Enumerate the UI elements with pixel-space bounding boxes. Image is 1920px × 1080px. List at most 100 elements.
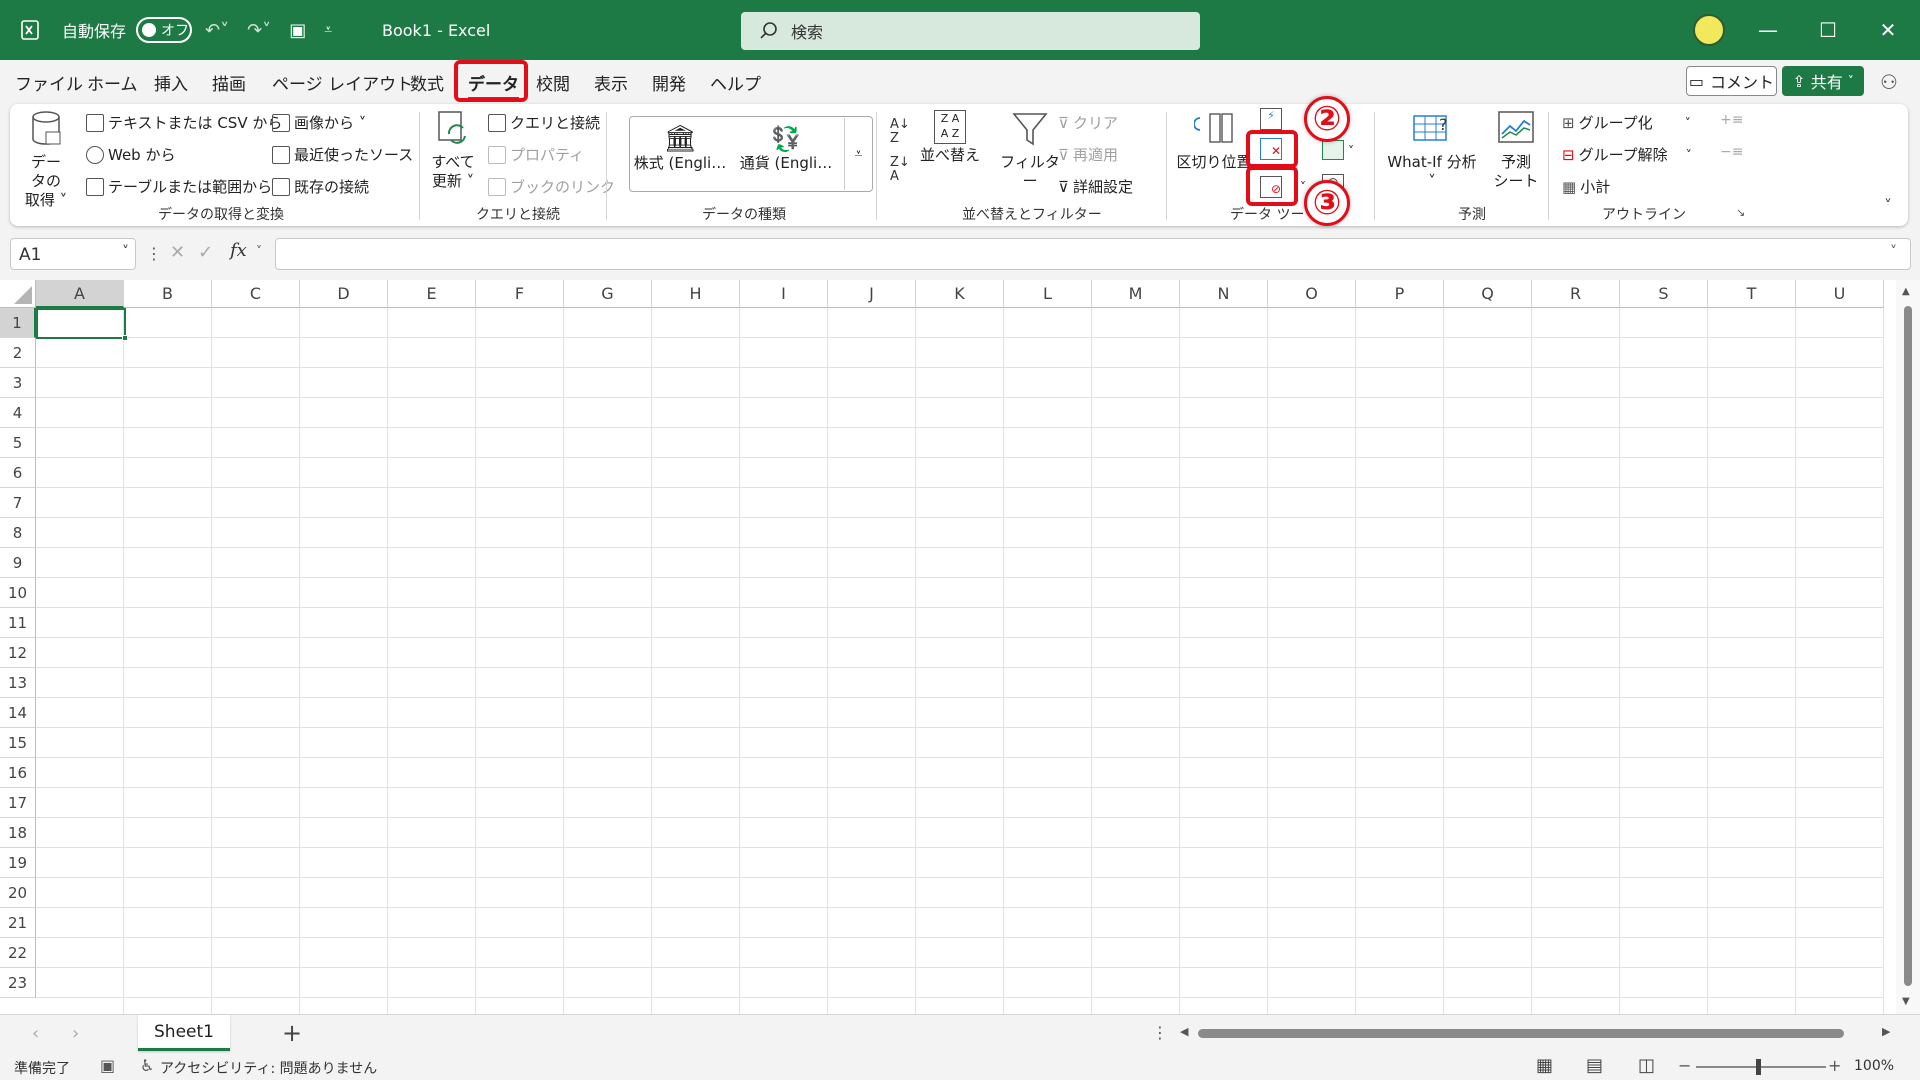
from-picture[interactable]: 画像から ˅ xyxy=(272,112,366,133)
maximize-icon[interactable]: ☐ xyxy=(1798,0,1858,60)
column-header[interactable]: O xyxy=(1268,280,1356,308)
page-layout-view-icon[interactable]: ▤ xyxy=(1586,1055,1603,1076)
tab-review[interactable]: 校閲 xyxy=(536,70,570,95)
zoom-level[interactable]: 100% xyxy=(1854,1058,1894,1074)
row-header[interactable]: 10 xyxy=(0,578,36,608)
row-header[interactable]: 4 xyxy=(0,398,36,428)
advanced-filter[interactable]: ⊽ 詳細設定 xyxy=(1058,176,1133,197)
currencies-type-button[interactable]: 💱 通貨 (Engli… xyxy=(734,124,838,173)
sheet-tab-sheet1[interactable]: Sheet1 xyxy=(138,1015,230,1051)
row-header[interactable]: 19 xyxy=(0,848,36,878)
confirm-entry-icon[interactable]: ✓ xyxy=(198,242,213,263)
collapse-ribbon-icon[interactable]: ˅ xyxy=(1884,196,1892,215)
avatar[interactable] xyxy=(1693,14,1725,46)
row-header[interactable]: 6 xyxy=(0,458,36,488)
from-table-range[interactable]: テーブルまたは範囲から xyxy=(86,176,272,197)
flash-fill-icon[interactable]: ⚡ xyxy=(1260,108,1282,130)
normal-view-icon[interactable]: ▦ xyxy=(1536,1055,1553,1076)
row-header[interactable]: 5 xyxy=(0,428,36,458)
column-header[interactable]: L xyxy=(1004,280,1092,308)
vertical-scrollbar[interactable]: ▲ ▼ xyxy=(1896,280,1920,1014)
subtotal[interactable]: ▦ 小計 xyxy=(1562,176,1610,197)
row-header[interactable]: 22 xyxy=(0,938,36,968)
active-cell[interactable] xyxy=(36,308,126,339)
more-options-icon[interactable]: ⋮ xyxy=(1152,1023,1168,1042)
recent-sources[interactable]: 最近使ったソース xyxy=(272,144,413,165)
scroll-right-icon[interactable]: ▶ xyxy=(1882,1025,1890,1038)
column-header[interactable]: M xyxy=(1092,280,1180,308)
row-header[interactable]: 23 xyxy=(0,968,36,998)
column-header[interactable]: G xyxy=(564,280,652,308)
prev-sheet-icon[interactable]: ‹ xyxy=(32,1023,39,1044)
tab-home[interactable]: ホーム xyxy=(87,70,138,95)
chevron-down-icon[interactable]: ˅ xyxy=(1348,144,1354,158)
worksheet-grid[interactable]: ABCDEFGHIJKLMNOPQRSTU 1 2 3 4 5 6 7 8 9 10 11 12 13 1… xyxy=(0,280,1920,1014)
horizontal-scroll-thumb[interactable] xyxy=(1198,1029,1844,1038)
clear-filter[interactable]: ⊽ クリア xyxy=(1058,112,1118,133)
column-header[interactable]: C xyxy=(212,280,300,308)
column-header[interactable]: H xyxy=(652,280,740,308)
share-button[interactable]: ⇪ 共有 ˅ xyxy=(1782,66,1864,96)
row-header[interactable]: 18 xyxy=(0,818,36,848)
column-header[interactable]: A xyxy=(36,280,124,308)
expand-formula-icon[interactable]: ˅ xyxy=(1890,244,1897,260)
select-all-corner[interactable] xyxy=(0,280,36,308)
show-detail-icon[interactable]: +≡ xyxy=(1720,112,1743,128)
hide-detail-icon[interactable]: −≡ xyxy=(1720,144,1743,160)
group-rows[interactable]: ⊞ グループ化 ˅ xyxy=(1562,112,1691,133)
forecast-sheet-button[interactable]: 予測 シート xyxy=(1490,110,1542,191)
column-header[interactable]: U xyxy=(1796,280,1884,308)
reapply-filter[interactable]: ⊽ 再適用 xyxy=(1058,144,1118,165)
tab-view[interactable]: 表示 xyxy=(594,70,628,95)
zoom-slider[interactable] xyxy=(1696,1066,1826,1068)
dialog-launcher-icon[interactable]: ↘ xyxy=(1736,206,1745,219)
zoom-out-icon[interactable]: − xyxy=(1678,1056,1691,1075)
page-break-view-icon[interactable]: ◫ xyxy=(1638,1055,1655,1076)
search-input[interactable]: 検索 xyxy=(741,12,1200,50)
insert-function-icon[interactable]: fx xyxy=(230,240,247,261)
column-header[interactable]: R xyxy=(1532,280,1620,308)
get-data-button[interactable]: データの 取得 ˅ xyxy=(24,110,68,210)
customize-toolbar-icon[interactable]: ⩡ xyxy=(324,22,332,38)
row-header[interactable]: 1 xyxy=(0,308,36,338)
row-header[interactable]: 11 xyxy=(0,608,36,638)
column-header[interactable]: Q xyxy=(1444,280,1532,308)
row-header[interactable]: 12 xyxy=(0,638,36,668)
tab-insert[interactable]: 挿入 xyxy=(154,70,188,95)
sort-button[interactable]: Z AA Z 並べ替え xyxy=(918,110,982,165)
row-header[interactable]: 16 xyxy=(0,758,36,788)
workbook-links[interactable]: ブックのリンク xyxy=(488,176,615,197)
formula-input[interactable] xyxy=(275,238,1911,270)
chevron-down-icon[interactable]: ˅ xyxy=(1300,180,1306,194)
column-header[interactable]: K xyxy=(916,280,1004,308)
row-header[interactable]: 8 xyxy=(0,518,36,548)
row-header[interactable]: 17 xyxy=(0,788,36,818)
scroll-up-icon[interactable]: ▲ xyxy=(1902,286,1910,297)
tab-draw[interactable]: 描画 xyxy=(212,70,246,95)
autosave-toggle[interactable]: オフ xyxy=(136,17,193,43)
column-header[interactable]: T xyxy=(1708,280,1796,308)
zoom-in-icon[interactable]: + xyxy=(1828,1056,1841,1075)
row-header[interactable]: 7 xyxy=(0,488,36,518)
coauthor-icon[interactable]: ⚇ xyxy=(1880,70,1898,94)
close-icon[interactable]: ✕ xyxy=(1858,0,1918,60)
row-header[interactable]: 13 xyxy=(0,668,36,698)
cancel-entry-icon[interactable]: ✕ xyxy=(170,242,185,263)
tab-help[interactable]: ヘルプ xyxy=(710,70,761,95)
what-if-analysis-button[interactable]: ? What-If 分析 ˅ xyxy=(1384,110,1480,191)
add-sheet-button[interactable]: + xyxy=(282,1019,302,1047)
column-header[interactable]: F xyxy=(476,280,564,308)
refresh-all-button[interactable]: すべて 更新 ˅ xyxy=(428,110,478,191)
consolidate-icon[interactable] xyxy=(1322,140,1344,160)
accessibility-status[interactable]: アクセシビリティ: 問題ありません xyxy=(160,1058,377,1078)
fill-handle[interactable] xyxy=(122,335,128,341)
existing-connections[interactable]: 既存の接続 xyxy=(272,176,369,197)
screenshot-icon[interactable]: ▣ xyxy=(289,20,306,41)
column-header[interactable]: J xyxy=(828,280,916,308)
column-header[interactable]: B xyxy=(124,280,212,308)
column-header[interactable]: S xyxy=(1620,280,1708,308)
redo-icon[interactable]: ↷˅ xyxy=(247,20,271,41)
gallery-expand-icon[interactable]: ⩡ xyxy=(844,118,872,190)
text-to-columns-button[interactable]: 区切り位置 xyxy=(1174,110,1254,172)
next-sheet-icon[interactable]: › xyxy=(72,1023,79,1044)
